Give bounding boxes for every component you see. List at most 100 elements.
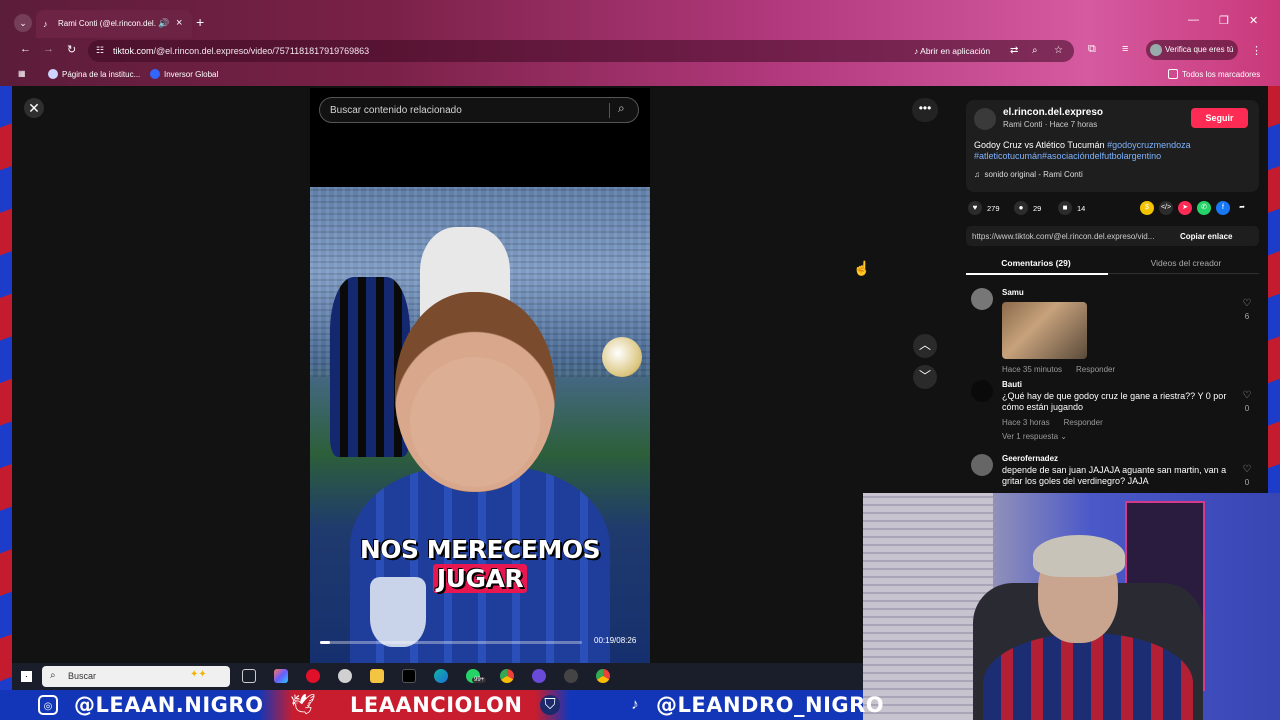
music-label[interactable]: ♫ sonido original - Rami Conti	[974, 170, 1083, 179]
obs-icon[interactable]	[564, 669, 578, 683]
url-text[interactable]: tiktok.com/@el.rincon.del.expreso/video/…	[113, 46, 369, 56]
maximize-icon[interactable]: ❐	[1219, 14, 1229, 27]
copy-link-button[interactable]: Copiar enlace	[1180, 232, 1232, 241]
address-row: ← → ↻ ☷ tiktok.com/@el.rincon.del.expres…	[0, 38, 1280, 62]
avatar[interactable]	[971, 288, 993, 310]
close-tab-icon[interactable]: ×	[176, 17, 182, 29]
video-caption: NOS MERECEMOS JUGAR	[359, 535, 601, 593]
forward-icon[interactable]: →	[43, 43, 54, 55]
comment-user[interactable]: Samu	[1002, 288, 1024, 297]
minimize-icon[interactable]: —	[1188, 14, 1199, 26]
comment-like-count: 0	[1244, 404, 1250, 413]
avatar[interactable]	[971, 454, 993, 476]
reply-button[interactable]: Responder	[1076, 365, 1115, 374]
all-bookmarks[interactable]: Todos los marcadores	[1168, 69, 1260, 79]
opera-icon[interactable]	[306, 669, 320, 683]
reply-button[interactable]: Responder	[1064, 418, 1103, 427]
edge-icon[interactable]	[434, 669, 448, 683]
discord-icon[interactable]	[532, 669, 546, 683]
tab-bar: ⌄ ♪ Rami Conti (@el.rincon.del. 🔊 × + — …	[0, 0, 1280, 38]
translate-icon[interactable]: ⇄	[1010, 45, 1018, 56]
search-icon[interactable]: ⌕	[618, 101, 625, 116]
video-player[interactable]: NOS MERECEMOS JUGAR 00:19/08:26	[310, 88, 650, 663]
speaker-icon[interactable]: 🔊	[158, 18, 169, 29]
hashtag[interactable]: #atleticotucumán	[974, 151, 1042, 161]
hashtag[interactable]: #asociacióndelfutbolargentino	[1042, 151, 1161, 161]
windows-start-icon[interactable]	[21, 671, 32, 682]
profile-button[interactable]: Verifica que eres tú	[1146, 40, 1238, 60]
whatsapp-icon[interactable]: ✆	[1197, 201, 1211, 215]
site-info-icon[interactable]: ☷	[96, 45, 104, 56]
zoom-icon[interactable]: ⌕	[1032, 45, 1038, 56]
comment-like-icon[interactable]: ♡	[1240, 464, 1254, 475]
apps-icon[interactable]: ▦	[18, 69, 26, 78]
bookmark-inversor[interactable]: Inversor Global	[150, 69, 218, 79]
previous-video-icon[interactable]: ︿	[913, 334, 937, 358]
banner-instagram: @LEAAN.NIGRO	[74, 693, 264, 717]
follow-button[interactable]: Seguir	[1191, 108, 1248, 128]
video-progress-bar[interactable]	[320, 641, 582, 644]
address-bar[interactable]: ☷ tiktok.com/@el.rincon.del.expreso/vide…	[88, 40, 1074, 62]
comment-item: Samu Hace 35 minutos Responder ♡ 6	[966, 288, 1259, 376]
close-video-icon[interactable]: ✕	[24, 98, 44, 118]
reload-icon[interactable]: ↻	[67, 43, 76, 56]
next-video-icon[interactable]: ﹀	[913, 365, 937, 389]
tab-creator-videos[interactable]: Videos del creador	[1116, 258, 1256, 268]
taskbar-search[interactable]: ⌕ Buscar ✦✦	[42, 666, 230, 687]
share-link[interactable]: https://www.tiktok.com/@el.rincon.del.ex…	[972, 232, 1172, 241]
like-button[interactable]: ♥ 279	[968, 201, 1000, 215]
comment-button[interactable]: ● 29	[1014, 201, 1041, 215]
avatar[interactable]	[971, 380, 993, 402]
panel-tabs: Comentarios (29) Videos del creador	[966, 252, 1259, 274]
instagram-icon: ◎	[38, 695, 58, 715]
heart-icon: ♥	[968, 201, 982, 215]
comment-image[interactable]	[1002, 302, 1087, 359]
coin-icon[interactable]: $	[1140, 201, 1154, 215]
bookmark-institution[interactable]: Página de la instituc...	[48, 69, 140, 79]
share-icon[interactable]: ➦	[1235, 201, 1249, 215]
globe-icon	[48, 69, 58, 79]
copilot-icon[interactable]	[274, 669, 288, 683]
media-controls-icon[interactable]: ≡	[1122, 43, 1128, 55]
more-options-icon[interactable]: •••	[912, 98, 938, 122]
streamer-hair	[1033, 535, 1125, 577]
description-card: el.rincon.del.expreso Rami Conti · Hace …	[966, 100, 1259, 192]
comment-user[interactable]: Geerofernadez	[1002, 454, 1058, 463]
comment-user[interactable]: Bauti	[1002, 380, 1022, 389]
back-icon[interactable]: ←	[20, 43, 31, 55]
bookmark-star-icon[interactable]: ☆	[1054, 45, 1063, 56]
comment-like-icon[interactable]: ♡	[1240, 390, 1254, 401]
related-search-input[interactable]: Buscar contenido relacionado ⌕	[319, 97, 639, 123]
creator-subtitle: Rami Conti · Hace 7 horas	[1003, 120, 1098, 129]
creator-name[interactable]: el.rincon.del.expreso	[1003, 107, 1103, 118]
send-icon[interactable]: ➤	[1178, 201, 1192, 215]
tiktok-icon[interactable]	[402, 669, 416, 683]
comment-like-icon[interactable]: ♡	[1240, 298, 1254, 309]
club-crest-icon: ⛉	[540, 695, 560, 715]
chrome-icon[interactable]	[500, 669, 514, 683]
open-in-app-button[interactable]: ♪ Abrir en aplicación	[908, 43, 996, 59]
avatar	[1150, 44, 1162, 56]
facebook-icon[interactable]: f	[1216, 201, 1230, 215]
creator-avatar[interactable]	[974, 108, 996, 130]
chrome-profile-icon[interactable]	[596, 669, 610, 683]
save-button[interactable]: ■ 14	[1058, 201, 1085, 215]
hashtag[interactable]: #godoycruzmendoza	[1107, 140, 1191, 150]
app-icon[interactable]	[338, 669, 352, 683]
window-close-icon[interactable]: ✕	[1249, 14, 1258, 27]
embed-icon[interactable]: </>	[1159, 201, 1173, 215]
hand-cursor-icon: ☝	[853, 260, 871, 276]
task-view-icon[interactable]	[242, 669, 256, 683]
tab-search-icon[interactable]: ⌄	[14, 14, 32, 32]
browser-tab[interactable]: ♪ Rami Conti (@el.rincon.del. 🔊 ×	[36, 10, 192, 38]
file-explorer-icon[interactable]	[370, 669, 384, 683]
new-tab-icon[interactable]: +	[196, 14, 204, 30]
video-time: 00:19/08:26	[594, 636, 637, 645]
webcam-overlay	[863, 493, 1280, 720]
comment-icon: ●	[1014, 201, 1028, 215]
browser-menu-icon[interactable]: ⋮	[1251, 44, 1262, 57]
tab-comments[interactable]: Comentarios (29)	[966, 258, 1106, 268]
view-replies-button[interactable]: Ver 1 respuesta ⌄	[1002, 432, 1067, 441]
comment-meta: Hace 35 minutos Responder	[1002, 365, 1116, 374]
extensions-icon[interactable]: ⧉	[1088, 43, 1096, 56]
